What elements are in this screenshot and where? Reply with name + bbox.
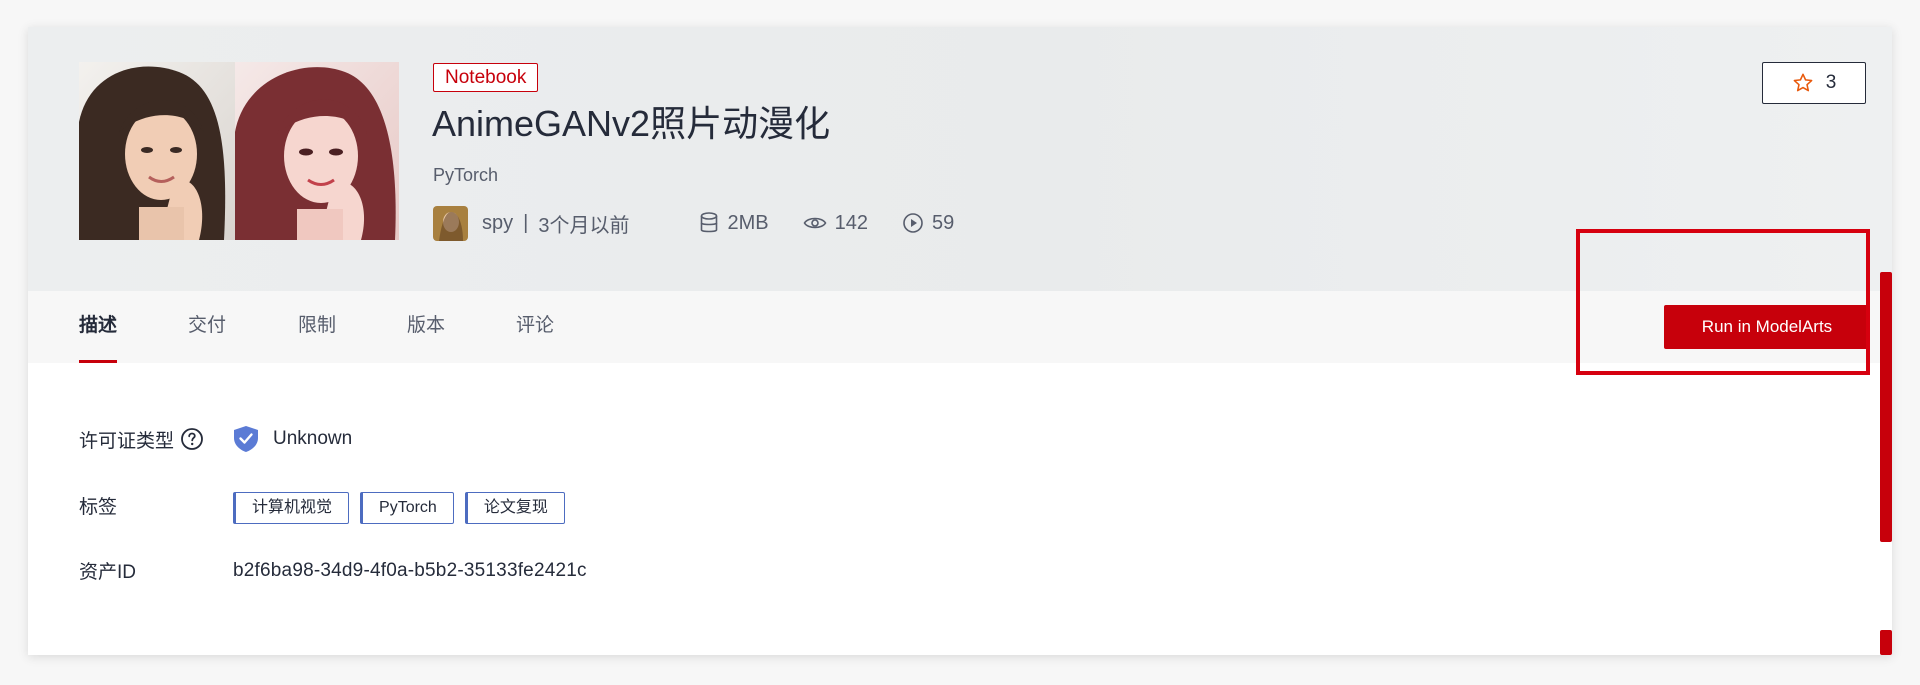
star-count: 3 [1825, 72, 1837, 93]
size-value: 2MB [727, 211, 769, 234]
eye-icon [803, 217, 827, 229]
asset-id-row: 资产ID b2f6ba98-34d9-4f0a-b5b2-35133fe2421… [79, 557, 587, 584]
original-photo-thumbnail [79, 62, 236, 240]
page-title: AnimeGANv2照片动漫化 [432, 103, 831, 144]
author-name[interactable]: spy [482, 212, 513, 235]
framework-label: PyTorch [433, 165, 499, 185]
asset-id-label: 资产ID [79, 562, 137, 583]
shield-check-icon [234, 426, 258, 452]
license-value: Unknown [233, 425, 352, 453]
license-label: 许可证类型 [79, 426, 233, 453]
tab-delivery[interactable]: 交付 [188, 291, 226, 363]
runs-value: 59 [931, 211, 955, 234]
run-in-modelarts-button[interactable]: Run in ModelArts [1664, 305, 1870, 349]
side-panel-edge [1880, 272, 1892, 542]
tab-description[interactable]: 描述 [79, 291, 118, 363]
tab-versions[interactable]: 版本 [407, 291, 445, 363]
side-panel-edge-lower [1880, 630, 1892, 655]
publish-time: 3个月以前 [538, 214, 630, 237]
database-icon [701, 212, 718, 233]
asset-detail-card: Notebook AnimeGANv2照片动漫化 PyTorch spy | 3… [28, 27, 1892, 655]
tag-paper-reproduction[interactable]: 论文复现 [464, 492, 565, 524]
star-button[interactable]: 3 [1762, 62, 1866, 104]
meta-row: spy | 3个月以前 2MB 142 59 [433, 205, 954, 241]
tag-computer-vision[interactable]: 计算机视觉 [233, 492, 350, 524]
tab-restrictions[interactable]: 限制 [298, 291, 336, 363]
size-stat: 2MB [699, 211, 769, 235]
tag-list: 计算机视觉 PyTorch 论文复现 [233, 492, 576, 524]
play-circle-icon [903, 213, 923, 233]
type-badge: Notebook [433, 63, 539, 92]
tags-row: 标签 计算机视觉 PyTorch 论文复现 [79, 492, 576, 524]
meta-separator: | [523, 211, 529, 234]
star-icon [1793, 73, 1813, 92]
runs-stat: 59 [902, 212, 954, 235]
license-value-text: Unknown [273, 428, 353, 449]
tag-pytorch[interactable]: PyTorch [360, 492, 454, 524]
license-row: 许可证类型 Unknown [79, 425, 352, 453]
tab-comments[interactable]: 评论 [516, 291, 554, 363]
question-circle-icon[interactable] [180, 427, 204, 451]
views-stat: 142 [803, 212, 868, 235]
asset-id-value: b2f6ba98-34d9-4f0a-b5b2-35133fe2421c [233, 559, 587, 581]
views-value: 142 [834, 211, 868, 234]
license-label-text: 许可证类型 [79, 430, 175, 452]
tab-bar: 描述 交付 限制 版本 评论 [28, 291, 1892, 363]
avatar[interactable] [433, 205, 468, 241]
anime-style-thumbnail [235, 62, 399, 240]
tags-label: 标签 [79, 497, 118, 518]
hero-header: Notebook AnimeGANv2照片动漫化 PyTorch spy | 3… [28, 27, 1892, 291]
